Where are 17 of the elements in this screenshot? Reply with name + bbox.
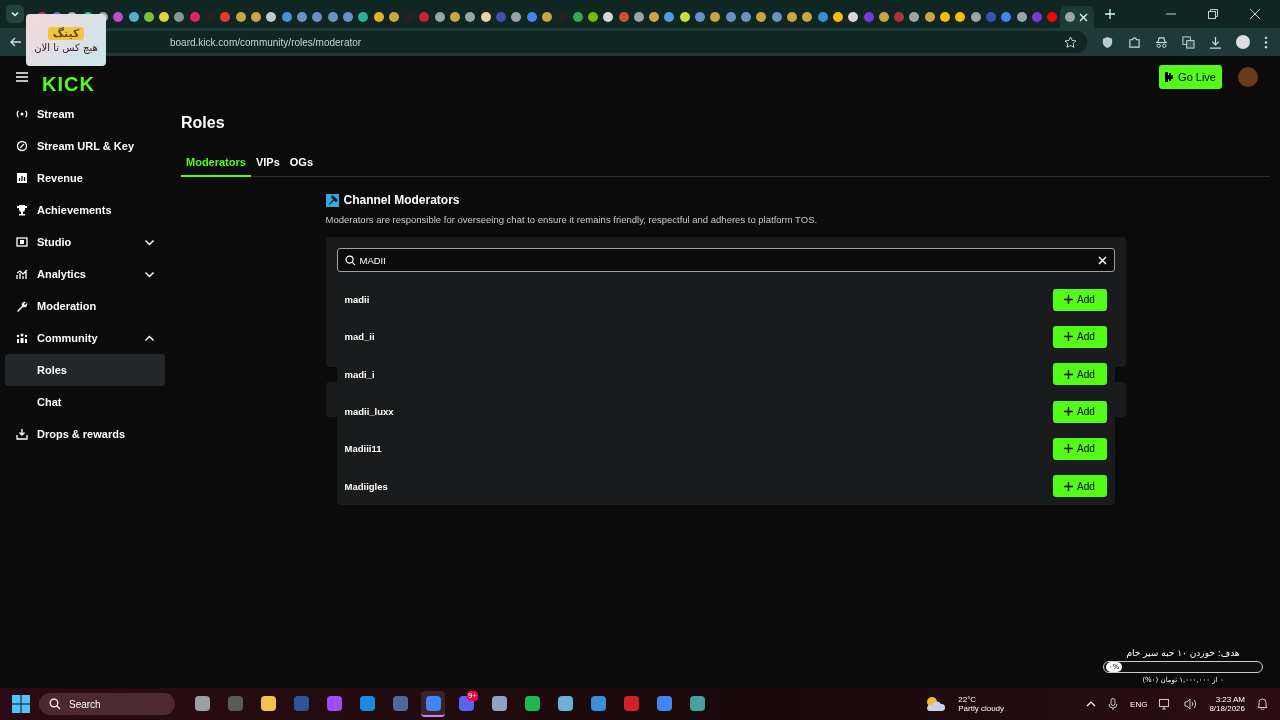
clock-time: 3:23 AM bbox=[1215, 695, 1245, 704]
username: mad_ii bbox=[344, 331, 375, 343]
notification-badge: 9+ bbox=[466, 691, 478, 701]
username: madii bbox=[344, 294, 370, 306]
page-title: Roles bbox=[181, 114, 226, 132]
section-title: Channel Moderators bbox=[343, 193, 460, 207]
overlay-badge: کینگ bbox=[47, 27, 85, 40]
username: Madiii11 bbox=[344, 443, 382, 455]
url-text: board.kick.com/community/roles/moderator bbox=[170, 36, 363, 48]
clock-date: 8/18/2026 bbox=[1209, 704, 1245, 713]
username: madi_i bbox=[344, 368, 375, 380]
temperature: 22°C bbox=[958, 695, 978, 704]
weather-text: Partly cloudy bbox=[958, 704, 1005, 713]
username: madii_luxx bbox=[344, 406, 394, 418]
goal-title: هدف: خوردن ۱۰ حبه سیر خام bbox=[1126, 648, 1240, 658]
section-description: Moderators are responsible for overseeing chat to ensure it remains friendly, respectful and adheres to platform TOS. bbox=[325, 214, 819, 225]
username: Madiigles bbox=[344, 480, 388, 492]
